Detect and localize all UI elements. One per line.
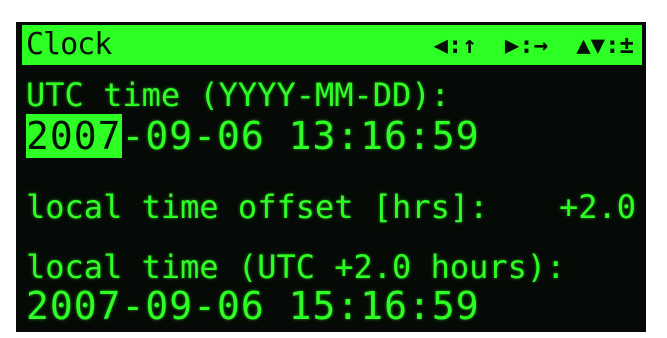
offset-label: local time offset [hrs]: <box>26 188 489 226</box>
utc-time-label: UTC time (YYYY-MM-DD): <box>26 76 450 114</box>
screen-title: Clock <box>26 27 112 62</box>
local-time-label: local time (UTC +2.0 hours): <box>26 248 566 286</box>
offset-value[interactable]: +2.0 <box>559 188 636 226</box>
hint-left-up-icon: ◀:↑ <box>433 31 477 59</box>
year-field-selected[interactable]: 2007 <box>26 114 122 158</box>
header-bar: Clock ◀:↑ ▶:→ ▲▼:± <box>22 25 642 65</box>
oled-display: Clock ◀:↑ ▶:→ ▲▼:± UTC time (YYYY-MM-DD)… <box>16 22 646 332</box>
local-time-value: 2007-09-06 15:16:59 <box>26 284 480 328</box>
hint-updown-plusminus-icon: ▲▼:± <box>576 31 634 59</box>
offset-row: local time offset [hrs]: +2.0 <box>26 188 636 226</box>
key-hints: ◀:↑ ▶:→ ▲▼:± <box>433 31 634 59</box>
hint-right-next-icon: ▶:→ <box>504 31 549 59</box>
utc-time-rest[interactable]: -09-06 13:16:59 <box>122 114 480 158</box>
utc-time-value: 2007-09-06 13:16:59 <box>26 114 480 158</box>
